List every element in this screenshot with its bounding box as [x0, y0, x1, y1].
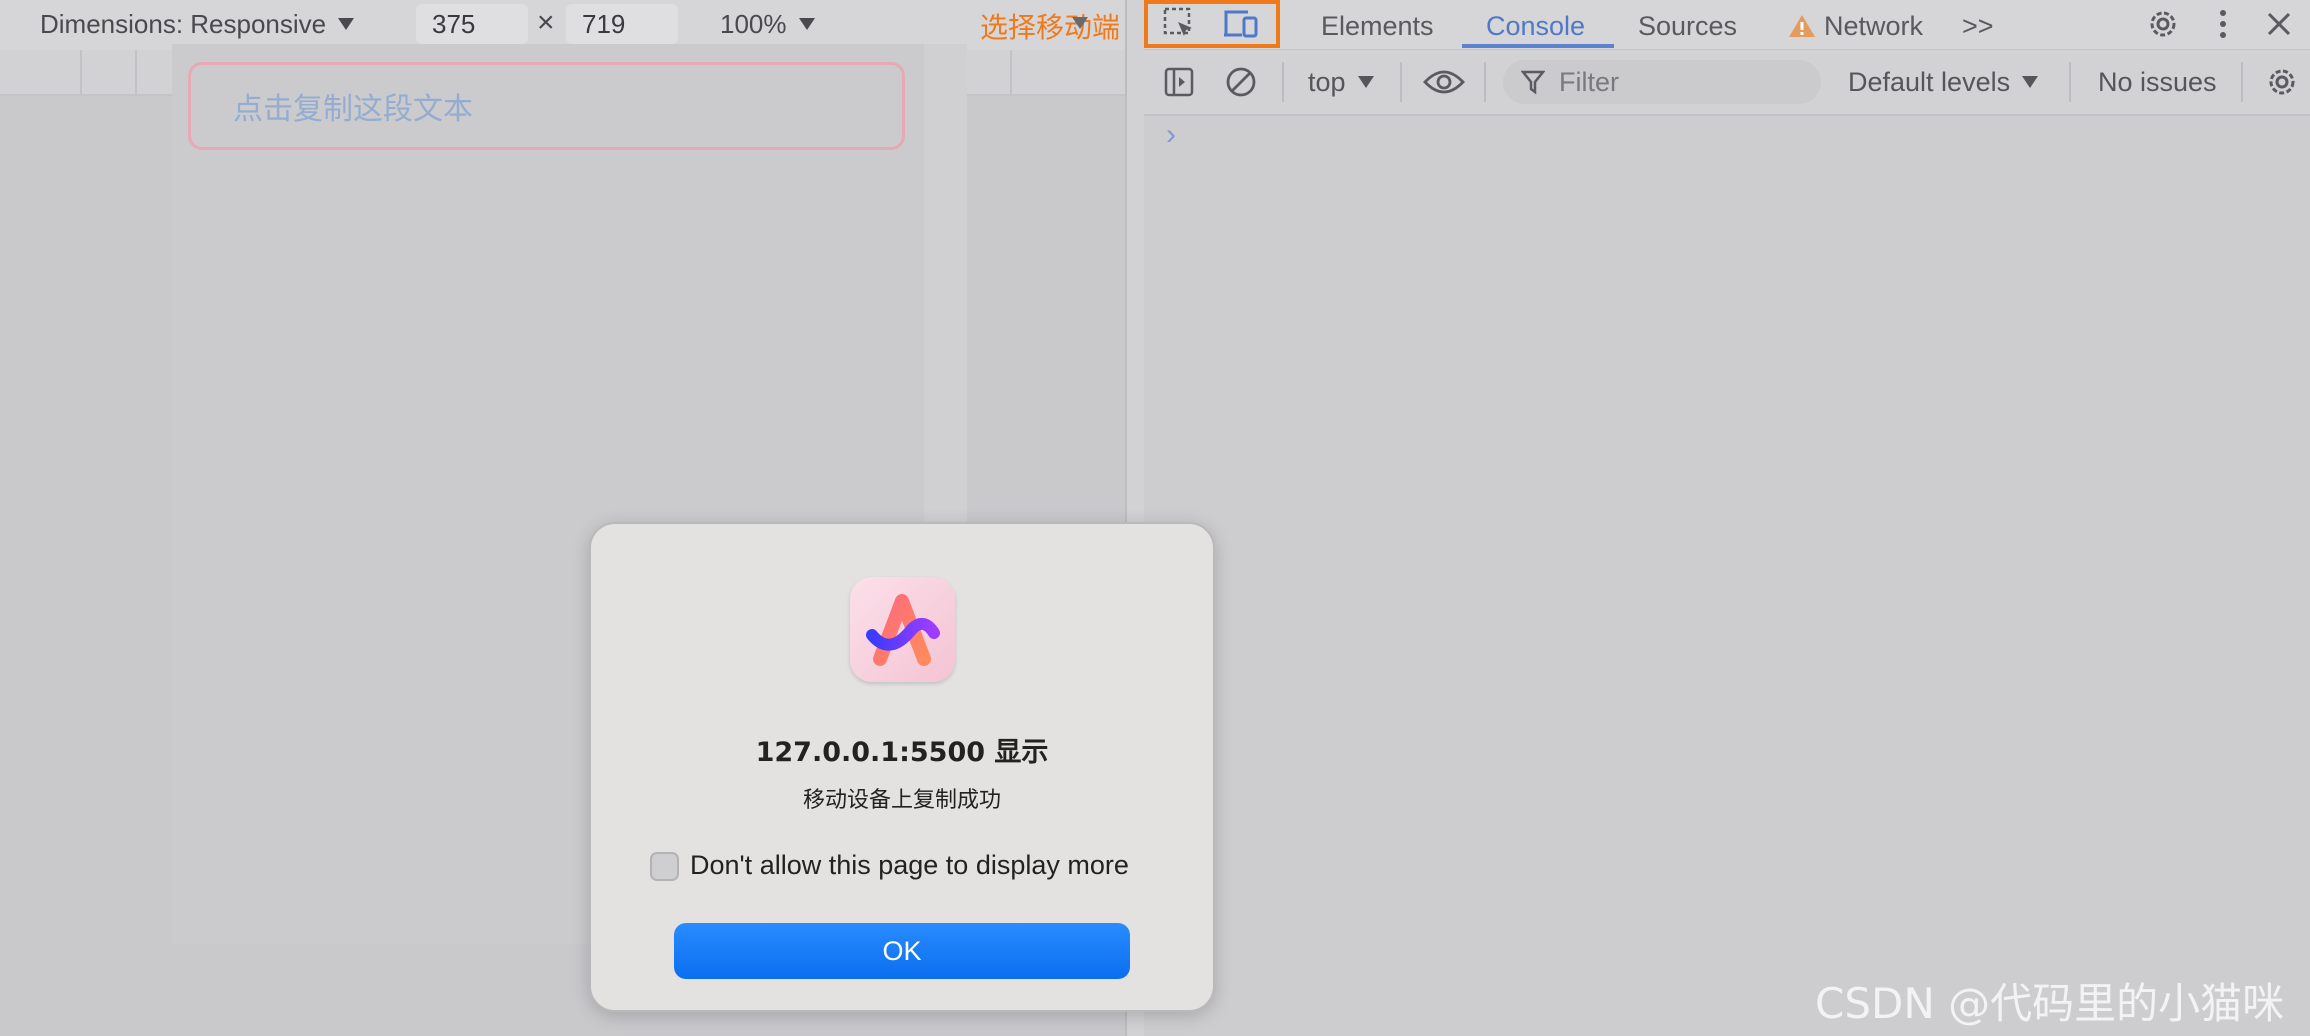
width-value: 375 — [432, 8, 476, 39]
tab-label: Console — [1486, 10, 1586, 41]
dimensions-select[interactable]: Dimensions: Responsive — [40, 6, 355, 42]
separator — [2241, 62, 2243, 102]
gear-icon[interactable] — [2143, 6, 2183, 42]
tab-console[interactable]: Console — [1486, 6, 1585, 46]
filter-placeholder: Filter — [1559, 66, 1619, 97]
browser-app-icon — [850, 577, 955, 682]
chevron-down-icon — [798, 18, 815, 30]
watermark: CSDN @代码里的小猫咪 — [1815, 979, 2285, 1028]
chevron-down-icon — [2022, 76, 2039, 88]
chevron-down-icon — [1357, 76, 1374, 88]
copy-text: 点击复制这段文本 — [233, 92, 473, 127]
height-value: 719 — [582, 8, 626, 39]
separator — [1484, 62, 1486, 102]
ruler-tick — [1010, 50, 1012, 96]
ok-button[interactable]: OK — [674, 923, 1130, 979]
context-select[interactable]: top — [1308, 62, 1374, 102]
ok-label: OK — [882, 935, 922, 966]
zoom-select[interactable]: 100% — [720, 6, 815, 42]
width-input[interactable]: 375 — [416, 4, 528, 44]
tab-label: Elements — [1321, 10, 1434, 41]
context-value: top — [1308, 66, 1346, 97]
clear-console-icon[interactable] — [1221, 64, 1261, 100]
dialog-title: 127.0.0.1:5500 显示 — [755, 737, 1049, 768]
height-input[interactable]: 719 — [566, 4, 678, 44]
tab-label: Network — [1824, 10, 1924, 41]
copy-text-box[interactable]: 点击复制这段文本 — [188, 62, 905, 150]
ruler-tick — [80, 50, 82, 96]
eye-icon[interactable] — [1422, 64, 1466, 100]
filter-icon — [1521, 69, 1545, 95]
annotation-label: 选择移动端 — [980, 11, 1121, 44]
issues-label: No issues — [2098, 66, 2217, 97]
levels-select[interactable]: Default levels — [1848, 62, 2039, 102]
levels-value: Default levels — [1848, 66, 2011, 97]
close-icon[interactable] — [2259, 6, 2299, 42]
dialog-message: 移动设备上复制成功 — [802, 788, 1001, 813]
dimensions-label: Dimensions: Responsive — [40, 8, 327, 39]
separator — [2069, 62, 2071, 102]
highlight-box — [1144, 0, 1280, 48]
console-prompt-icon[interactable]: › — [1166, 118, 1176, 152]
tab-label: Sources — [1638, 10, 1738, 41]
separator — [1282, 62, 1284, 102]
console-output[interactable] — [1144, 116, 2310, 1036]
dont-allow-checkbox[interactable] — [650, 852, 679, 881]
console-settings-icon[interactable] — [2262, 64, 2302, 100]
chevron-down-icon — [338, 18, 355, 30]
more-tabs-button[interactable]: >> — [1962, 6, 1994, 46]
separator — [1400, 62, 1402, 102]
chevron-down-icon[interactable] — [1072, 17, 1088, 29]
active-tab-indicator — [1462, 44, 1614, 48]
filter-input[interactable]: Filter — [1503, 60, 1821, 104]
more-options-icon[interactable] — [2203, 6, 2243, 42]
more-tabs-icon: >> — [1962, 10, 1994, 41]
sidebar-toggle-icon[interactable] — [1159, 64, 1199, 100]
tab-sources[interactable]: Sources — [1638, 6, 1737, 46]
dont-allow-label[interactable]: Don't allow this page to display more — [690, 850, 1129, 881]
times-sign: × — [537, 6, 555, 39]
warning-icon — [1788, 13, 1816, 39]
issues-button[interactable]: No issues — [2098, 62, 2217, 102]
ruler-tick — [135, 50, 137, 96]
zoom-value: 100% — [720, 8, 787, 39]
tab-network[interactable]: Network — [1788, 6, 1923, 46]
tab-elements[interactable]: Elements — [1321, 6, 1434, 46]
